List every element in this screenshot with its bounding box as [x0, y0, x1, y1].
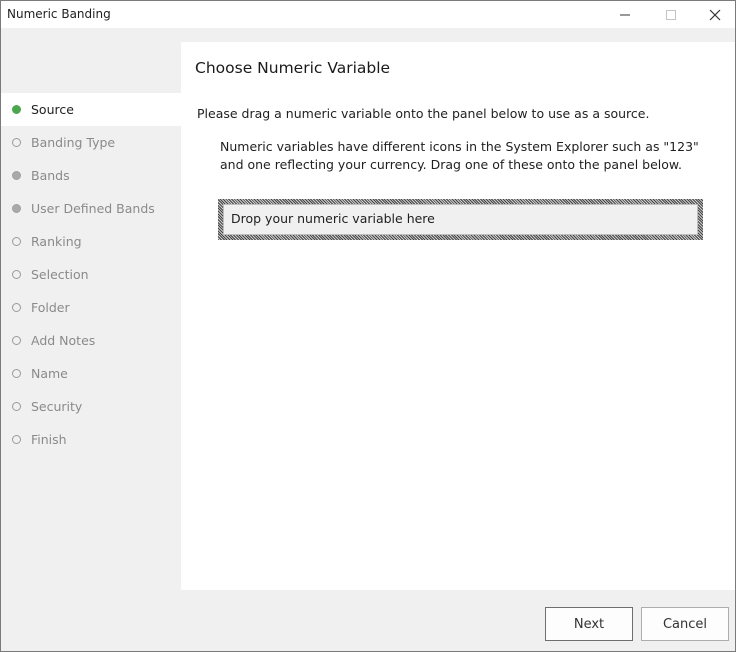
step-label: Bands	[31, 168, 70, 183]
step-label: Ranking	[31, 234, 82, 249]
hint-text: Numeric variables have different icons i…	[220, 138, 700, 174]
numeric-banding-dialog: Numeric Banding Source Banding Type Band…	[0, 0, 736, 652]
step-label: Folder	[31, 300, 70, 315]
next-button[interactable]: Next	[545, 607, 633, 641]
step-pending-icon	[12, 435, 21, 444]
main-content-panel: Choose Numeric Variable Please drag a nu…	[181, 42, 735, 590]
title-bar[interactable]: Numeric Banding	[1, 1, 735, 28]
step-bands[interactable]: Bands	[1, 159, 181, 192]
step-filled-icon	[12, 171, 21, 180]
cancel-button[interactable]: Cancel	[641, 607, 729, 641]
step-pending-icon	[12, 402, 21, 411]
hint-line: and one reflecting your currency. Drag o…	[220, 157, 682, 172]
window-title: Numeric Banding	[7, 7, 111, 21]
step-label: Source	[31, 102, 74, 117]
step-name[interactable]: Name	[1, 357, 181, 390]
step-label: Selection	[31, 267, 89, 282]
step-pending-icon	[12, 369, 21, 378]
step-current-icon	[12, 105, 21, 114]
step-add-notes[interactable]: Add Notes	[1, 324, 181, 357]
step-user-defined-bands[interactable]: User Defined Bands	[1, 192, 181, 225]
step-label: Banding Type	[31, 135, 116, 150]
maximize-icon	[666, 9, 676, 20]
step-label: Add Notes	[31, 333, 96, 348]
close-icon	[709, 9, 721, 20]
step-pending-icon	[12, 138, 21, 147]
drop-zone-label: Drop your numeric variable here	[223, 204, 698, 235]
step-ranking[interactable]: Ranking	[1, 225, 181, 258]
step-label: Name	[31, 366, 68, 381]
step-filled-icon	[12, 204, 21, 213]
close-button[interactable]	[692, 1, 736, 28]
step-finish[interactable]: Finish	[1, 423, 181, 456]
step-label: Finish	[31, 432, 67, 447]
step-source[interactable]: Source	[1, 93, 181, 126]
page-title: Choose Numeric Variable	[195, 59, 391, 77]
step-security[interactable]: Security	[1, 390, 181, 423]
step-label: Security	[31, 399, 83, 414]
step-label: User Defined Bands	[31, 201, 155, 216]
step-selection[interactable]: Selection	[1, 258, 181, 291]
instruction-text: Please drag a numeric variable onto the …	[197, 106, 650, 121]
step-pending-icon	[12, 237, 21, 246]
step-pending-icon	[12, 303, 21, 312]
step-pending-icon	[12, 336, 21, 345]
minimize-button[interactable]	[602, 1, 648, 28]
minimize-icon	[620, 14, 630, 15]
maximize-button	[648, 1, 694, 28]
variable-drop-zone[interactable]: Drop your numeric variable here	[218, 199, 703, 240]
hint-line: Numeric variables have different icons i…	[220, 139, 699, 154]
step-folder[interactable]: Folder	[1, 291, 181, 324]
step-banding-type[interactable]: Banding Type	[1, 126, 181, 159]
wizard-step-list: Source Banding Type Bands User Defined B…	[1, 93, 181, 456]
step-pending-icon	[12, 270, 21, 279]
